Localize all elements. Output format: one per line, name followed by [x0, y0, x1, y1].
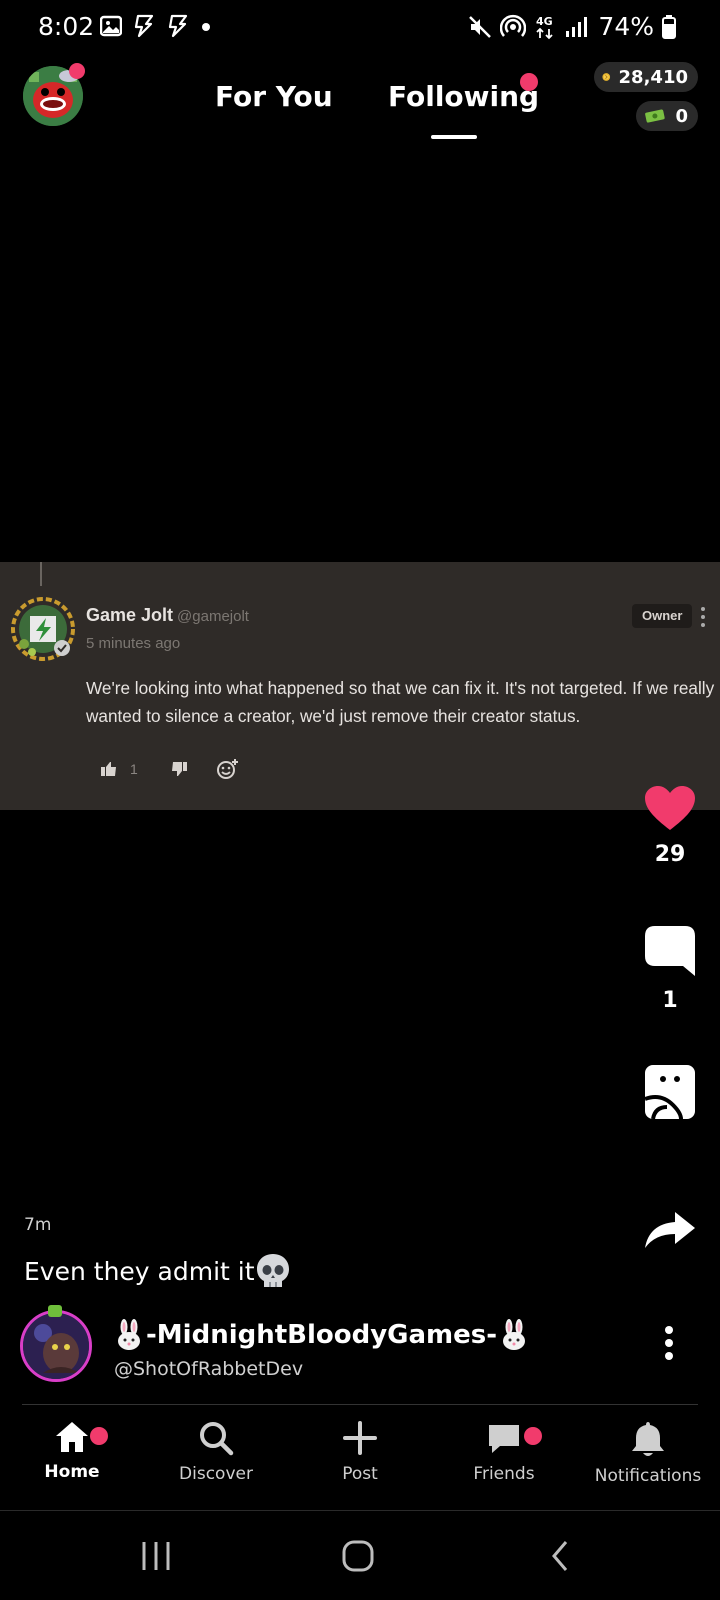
nav-notifications[interactable]: Notifications — [583, 1420, 713, 1486]
thumbs-up-icon — [101, 762, 116, 776]
following-notification-dot — [520, 73, 538, 91]
coin-icon — [602, 73, 611, 81]
like-count: 29 — [654, 842, 686, 867]
comment-more-icon — [701, 607, 705, 627]
bolt-icon — [168, 14, 188, 38]
bell-icon — [632, 1422, 664, 1456]
author-name-text: -MidnightBloodyGames- — [146, 1320, 498, 1350]
chat-icon — [489, 1425, 519, 1453]
nav-friends[interactable]: Friends — [439, 1420, 569, 1484]
post-image-comment-screenshot[interactable]: Game Jolt @gamejolt 5 minutes ago Owner W… — [0, 562, 720, 810]
status-left-icons — [100, 14, 214, 38]
author-badge — [48, 1305, 62, 1317]
comment-author-name: Game Jolt — [86, 605, 174, 625]
post-caption: Even they admit it — [24, 1252, 291, 1290]
status-right-icons: 4G 74% — [468, 12, 676, 41]
comment-author: Game Jolt @gamejolt — [86, 605, 249, 626]
plus-icon — [343, 1421, 377, 1455]
divider — [22, 1404, 698, 1405]
nav-post[interactable]: Post — [295, 1420, 425, 1484]
battery-icon — [662, 14, 676, 39]
thumbs-down-icon — [171, 762, 187, 776]
rabbit-icon — [503, 1319, 526, 1350]
owner-badge: Owner — [632, 604, 693, 628]
recent-apps-icon[interactable] — [140, 1538, 172, 1574]
active-tab-indicator — [431, 135, 477, 139]
comment-body: We're looking into what happened so that… — [86, 678, 715, 726]
skull-icon — [256, 1254, 289, 1287]
author-handle[interactable]: @ShotOfRabbetDev — [114, 1358, 303, 1380]
nav-discover[interactable]: Discover — [151, 1420, 281, 1484]
thread-line — [40, 562, 42, 586]
battery-text: 74% — [598, 12, 654, 41]
friends-notification-dot — [524, 1427, 542, 1445]
search-icon — [200, 1422, 234, 1456]
add-reaction-icon — [216, 759, 238, 779]
bolt-icon — [134, 14, 154, 38]
comment-actions: 1 — [100, 758, 240, 780]
nav-notifications-label: Notifications — [594, 1466, 702, 1486]
post-caption-text: Even they admit it — [24, 1256, 255, 1286]
cash-balance[interactable]: 0 — [636, 101, 698, 131]
comment-time: 5 minutes ago — [86, 635, 181, 652]
dot-icon — [202, 23, 210, 31]
coin-count: 28,410 — [618, 66, 688, 88]
share-action[interactable] — [640, 1210, 700, 1250]
comment-like-count: 1 — [130, 761, 138, 777]
comment-icon — [645, 926, 695, 976]
nav-post-label: Post — [342, 1464, 378, 1484]
post-time: 7m — [24, 1215, 52, 1235]
svg-text:4G: 4G — [536, 15, 553, 28]
4g-icon: 4G — [536, 15, 553, 39]
sticker-action[interactable] — [640, 1063, 700, 1121]
nav-home[interactable]: Home — [7, 1420, 137, 1482]
nav-separator — [0, 1510, 720, 1511]
more-options-icon[interactable] — [664, 1325, 674, 1361]
sticker-icon — [644, 1065, 695, 1120]
home-system-icon[interactable] — [340, 1538, 376, 1574]
comment-action[interactable]: 1 — [640, 924, 700, 1013]
cash-count: 0 — [675, 105, 688, 127]
avatar-notification-dot — [69, 63, 85, 79]
gamejolt-avatar — [11, 597, 75, 661]
comment-author-handle: @gamejolt — [177, 608, 249, 625]
home-icon — [56, 1422, 88, 1452]
tab-for-you[interactable]: For You — [215, 80, 333, 113]
nav-home-label: Home — [44, 1462, 100, 1482]
back-icon[interactable] — [548, 1538, 572, 1574]
tab-following[interactable]: Following — [388, 80, 539, 113]
author-avatar[interactable] — [20, 1310, 92, 1382]
coin-balance[interactable]: 28,410 — [594, 62, 698, 92]
home-notification-dot — [90, 1427, 108, 1445]
mute-icon — [469, 15, 492, 38]
status-bar: 8:02 4G 74% — [0, 0, 720, 56]
hotspot-icon — [500, 14, 527, 37]
comment-count: 1 — [662, 988, 678, 1013]
author-avatar-image — [23, 1313, 89, 1379]
author-name[interactable]: -MidnightBloodyGames- — [114, 1319, 529, 1351]
nav-discover-label: Discover — [179, 1464, 253, 1484]
signal-icon — [566, 16, 588, 37]
status-time: 8:02 — [38, 12, 95, 41]
cash-icon — [645, 109, 665, 123]
nav-friends-label: Friends — [473, 1464, 535, 1484]
rabbit-icon — [118, 1319, 140, 1350]
share-icon — [645, 1212, 695, 1248]
like-action[interactable]: 29 — [640, 784, 700, 867]
heart-icon — [645, 786, 695, 830]
gallery-icon — [100, 15, 122, 37]
